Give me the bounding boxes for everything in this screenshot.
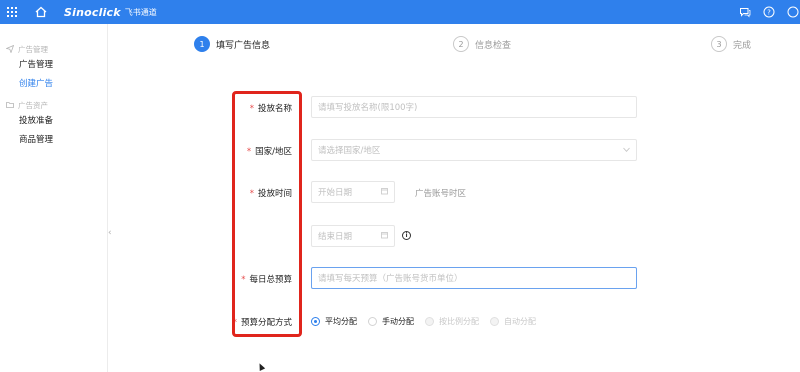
chat-icon[interactable]: [738, 5, 752, 19]
radio-average[interactable]: 平均分配: [311, 316, 357, 327]
step-fill-ad-info: 1 填写广告信息: [194, 36, 270, 52]
sidebar: 广告管理 广告管理 创建广告 广告资产 投放准备 商品管理: [0, 24, 108, 372]
step-number: 3: [711, 36, 727, 52]
end-date-input[interactable]: 结束日期: [311, 225, 395, 247]
radio-dot: [368, 317, 377, 326]
sidebar-collapse-icon[interactable]: ‹: [108, 228, 112, 238]
daily-budget-input[interactable]: 请填写每天预算（广告账号货币单位）: [311, 267, 637, 289]
end-date-placeholder: 结束日期: [318, 232, 353, 242]
allocation-radio-group: 平均分配 手动分配 按比例分配 自动分配: [311, 316, 547, 327]
country-select-placeholder: 请选择国家/地区: [318, 146, 381, 156]
help-icon[interactable]: ?: [762, 5, 776, 19]
radio-auto[interactable]: 自动分配: [490, 316, 536, 327]
daily-budget-placeholder: 请填写每天预算（广告账号货币单位）: [318, 274, 463, 284]
svg-text:?: ?: [767, 9, 771, 17]
mouse-cursor-icon: [256, 362, 266, 371]
sidebar-group-ad-management: 广告管理: [0, 42, 107, 56]
top-bar: Sinoclick 飞书通道 ?: [0, 0, 800, 24]
country-select[interactable]: 请选择国家/地区: [311, 139, 637, 161]
sidebar-item-ad-management[interactable]: 广告管理: [0, 56, 107, 75]
brand-subtitle: 飞书通道: [124, 7, 157, 17]
send-icon: [6, 45, 14, 53]
highlight-annotation-box: [232, 91, 302, 337]
step-complete: 3 完成: [711, 36, 751, 52]
calendar-icon: [381, 232, 388, 241]
sidebar-group-label: 广告资产: [18, 100, 48, 110]
radio-proportional[interactable]: 按比例分配: [425, 316, 479, 327]
timezone-note: 广告账号时区: [415, 189, 467, 199]
folder-icon: [6, 101, 14, 109]
radio-manual[interactable]: 手动分配: [368, 316, 414, 327]
radio-dot: [490, 317, 499, 326]
sidebar-item-launch-prep[interactable]: 投放准备: [0, 112, 107, 131]
step-number: 2: [453, 36, 469, 52]
apps-grid-icon[interactable]: [0, 0, 24, 24]
step-label: 完成: [733, 40, 752, 51]
radio-dot: [311, 317, 320, 326]
sidebar-group-ad-assets: 广告资产: [0, 98, 107, 112]
info-icon[interactable]: i: [402, 231, 411, 240]
name-input[interactable]: 请填写投放名称(限100字): [311, 96, 637, 118]
start-date-placeholder: 开始日期: [318, 188, 353, 198]
home-icon[interactable]: [30, 0, 52, 24]
brand-logo: Sinoclick: [64, 5, 121, 19]
step-label: 信息检查: [475, 40, 512, 51]
step-label: 填写广告信息: [216, 40, 271, 51]
step-info-check: 2 信息检查: [453, 36, 511, 52]
name-input-placeholder: 请填写投放名称(限100字): [318, 103, 418, 113]
user-icon[interactable]: [786, 5, 800, 19]
sidebar-group-label: 广告管理: [18, 44, 48, 54]
start-date-input[interactable]: 开始日期: [311, 181, 395, 203]
chevron-down-icon: [623, 146, 630, 155]
step-number: 1: [194, 36, 210, 52]
sidebar-item-create-ad[interactable]: 创建广告: [0, 75, 107, 94]
sidebar-item-product-management[interactable]: 商品管理: [0, 131, 107, 150]
radio-dot: [425, 317, 434, 326]
calendar-icon: [381, 188, 388, 197]
